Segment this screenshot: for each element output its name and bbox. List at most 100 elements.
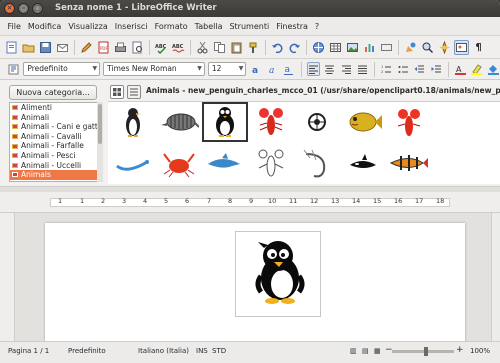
- background-color-icon[interactable]: [487, 62, 500, 76]
- category-list[interactable]: Alimenti Animali Animali - Cani e gatti …: [9, 102, 98, 182]
- thumbnail-blue-swirl[interactable]: [110, 143, 156, 183]
- thumbnail-red-lobster[interactable]: [386, 102, 432, 142]
- cut-icon[interactable]: [195, 40, 210, 55]
- redo-icon[interactable]: [287, 40, 302, 55]
- italic-icon[interactable]: a: [266, 62, 279, 76]
- detailed-view-button[interactable]: [127, 85, 141, 99]
- menu-visualizza[interactable]: Visualizza: [65, 22, 111, 31]
- new-category-button[interactable]: Nuova categoria...: [9, 85, 97, 100]
- thumbnail-shrimp-outline[interactable]: [294, 143, 340, 183]
- category-item[interactable]: Animali: [10, 113, 97, 123]
- fields-icon[interactable]: [379, 40, 394, 55]
- edit-icon[interactable]: [79, 40, 94, 55]
- thumbnail-beetle[interactable]: [294, 102, 340, 142]
- category-item-selected[interactable]: Animals: [10, 170, 97, 180]
- highlighting-icon[interactable]: [470, 62, 483, 76]
- status-insert-mode[interactable]: INS: [196, 347, 208, 355]
- category-scrollbar[interactable]: [97, 102, 103, 182]
- category-item[interactable]: Animali - Pesci: [10, 151, 97, 161]
- menu-help[interactable]: ?: [311, 22, 322, 31]
- menu-tabella[interactable]: Tabella: [191, 22, 226, 31]
- font-color-icon[interactable]: A: [454, 62, 467, 76]
- category-item[interactable]: Alimenti: [10, 103, 97, 113]
- menu-finestra[interactable]: Finestra: [273, 22, 312, 31]
- zoom-out-icon[interactable]: −: [385, 345, 393, 355]
- autospellcheck-icon[interactable]: ABC: [171, 40, 186, 55]
- vertical-ruler[interactable]: [0, 213, 15, 341]
- thumbnail-crayfish-outline[interactable]: [248, 143, 294, 183]
- zoom-slider-handle[interactable]: [424, 347, 428, 356]
- status-zoom[interactable]: 100%: [470, 347, 490, 355]
- thumbnail-clown-loach[interactable]: [386, 143, 432, 183]
- underline-icon[interactable]: a: [282, 62, 295, 76]
- thumbnail-crab[interactable]: [156, 143, 202, 183]
- mail-icon[interactable]: [55, 40, 70, 55]
- thumbnail-lobster[interactable]: [248, 102, 294, 142]
- layout-view-icon[interactable]: ▥: [350, 347, 357, 355]
- bullets-icon[interactable]: [397, 62, 410, 76]
- pdf-icon[interactable]: PDF: [96, 40, 111, 55]
- open-icon[interactable]: [21, 40, 36, 55]
- show-draw-icon[interactable]: [403, 40, 418, 55]
- category-item[interactable]: Animali - Uccelli: [10, 161, 97, 171]
- document-area[interactable]: [15, 213, 491, 348]
- align-left-icon[interactable]: [306, 62, 321, 76]
- find-icon[interactable]: [420, 40, 435, 55]
- maximize-icon[interactable]: □: [32, 3, 43, 14]
- icon-view-button[interactable]: [110, 85, 124, 99]
- align-center-icon[interactable]: [323, 62, 336, 76]
- styles-icon[interactable]: [6, 62, 20, 77]
- zoom-in-icon[interactable]: +: [456, 345, 464, 355]
- minimize-icon[interactable]: –: [18, 3, 29, 14]
- numbering-icon[interactable]: 12: [380, 62, 393, 76]
- table-icon[interactable]: [328, 40, 343, 55]
- navigator-icon[interactable]: [437, 40, 452, 55]
- increase-indent-icon[interactable]: [429, 62, 442, 76]
- menu-formato[interactable]: Formato: [151, 22, 191, 31]
- inserted-penguin-image[interactable]: [235, 231, 321, 317]
- close-icon[interactable]: ×: [4, 3, 15, 14]
- category-item[interactable]: Animali - Farfalle: [10, 141, 97, 151]
- menu-inserisci[interactable]: Inserisci: [111, 22, 151, 31]
- print-preview-icon[interactable]: [130, 40, 145, 55]
- spellcheck-icon[interactable]: ABC: [154, 40, 169, 55]
- undo-icon[interactable]: [270, 40, 285, 55]
- status-language[interactable]: Italiano (Italia): [138, 347, 189, 355]
- gallery-icon[interactable]: [454, 39, 469, 55]
- save-icon[interactable]: [38, 40, 53, 55]
- chart-icon[interactable]: [362, 40, 377, 55]
- horizontal-ruler[interactable]: 1 1 2 3 4 5 6 7 8 9 10 11 12 13 14 15 16…: [0, 192, 500, 213]
- copy-icon[interactable]: [212, 40, 227, 55]
- new-document-icon[interactable]: [4, 40, 19, 55]
- document-page[interactable]: [45, 223, 465, 348]
- font-name-combo[interactable]: Times New Roman ▼: [103, 62, 205, 76]
- status-selection-mode[interactable]: STD: [212, 347, 226, 355]
- zoom-slider[interactable]: [392, 350, 454, 353]
- thumbnail-dolphin[interactable]: [202, 143, 248, 183]
- print-icon[interactable]: [113, 40, 128, 55]
- menu-file[interactable]: File: [4, 22, 24, 31]
- vertical-scrollbar[interactable]: [491, 213, 500, 341]
- thumbnail-armadillo[interactable]: [156, 102, 202, 142]
- hyperlink-icon[interactable]: [311, 40, 326, 55]
- category-item[interactable]: Animali - Cavalli: [10, 132, 97, 142]
- category-item[interactable]: Animali - Cani e gatti: [10, 122, 97, 132]
- book-view-icon[interactable]: ▦: [374, 347, 381, 355]
- font-size-combo[interactable]: 12 ▼: [207, 62, 247, 76]
- thumbnail-yellow-fish[interactable]: [340, 102, 386, 142]
- paragraph-style-combo[interactable]: Predefinito ▼: [23, 62, 101, 76]
- align-right-icon[interactable]: [339, 62, 352, 76]
- image-icon[interactable]: [345, 40, 360, 55]
- justify-icon[interactable]: [356, 62, 369, 76]
- decrease-indent-icon[interactable]: [413, 62, 426, 76]
- formatting-marks-icon[interactable]: ¶: [471, 40, 486, 55]
- menu-modifica[interactable]: Modifica: [24, 22, 64, 31]
- thumbnail-orca[interactable]: [340, 143, 386, 183]
- menu-strumenti[interactable]: Strumenti: [226, 22, 273, 31]
- format-paintbrush-icon[interactable]: [246, 40, 261, 55]
- thumbnail-penguin[interactable]: [110, 102, 156, 142]
- thumbnail-new-penguin-selected[interactable]: [202, 102, 248, 142]
- paste-icon[interactable]: [229, 40, 244, 55]
- multi-page-icon[interactable]: ▤: [362, 347, 369, 355]
- bold-icon[interactable]: a: [249, 62, 262, 76]
